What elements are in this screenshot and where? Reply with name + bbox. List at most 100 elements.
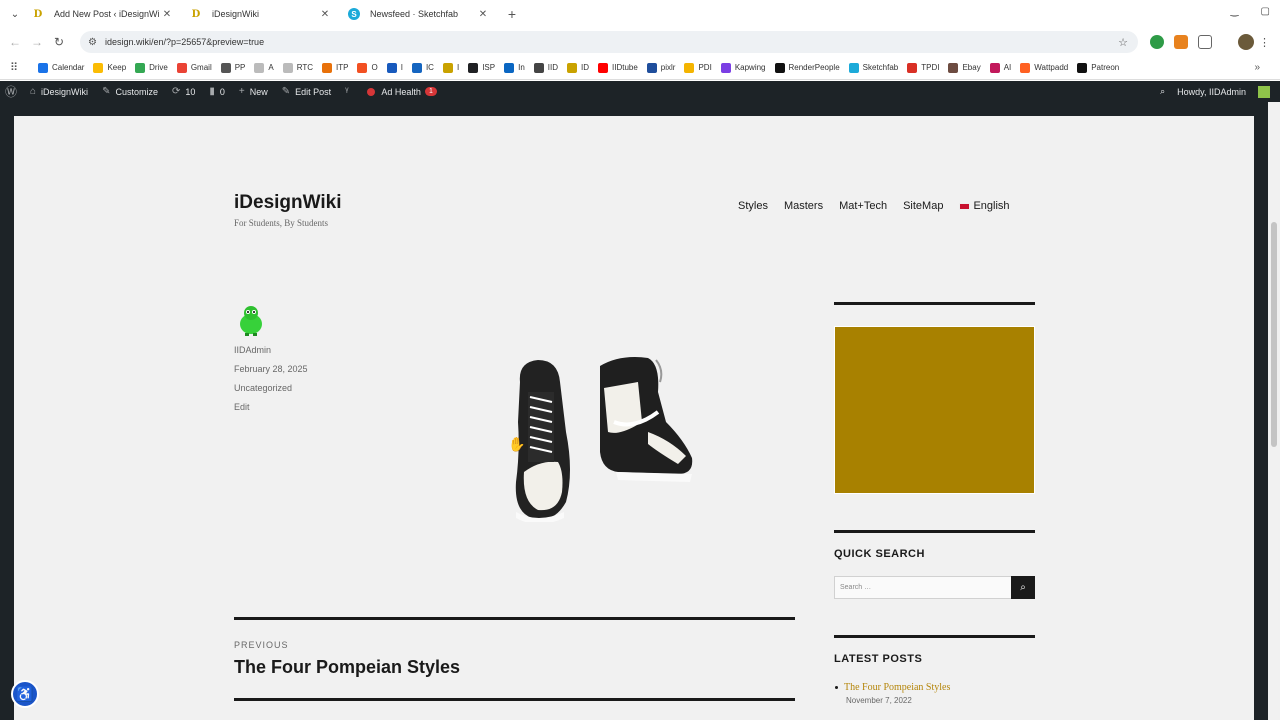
bookmark-item[interactable]: IID [533,62,558,73]
page-scrollbar[interactable] [1268,102,1280,720]
latest-posts-heading: LATEST POSTS [834,653,923,665]
url-text[interactable]: idesign.wiki/en/?p=25657&preview=true [105,37,264,47]
user-avatar[interactable] [1258,85,1270,98]
profile-avatar[interactable] [1238,34,1254,50]
admin-customize[interactable]: ✎ Customize [102,86,158,97]
bookmark-item[interactable]: AI [989,62,1011,73]
bookmark-item[interactable]: Calendar [38,62,85,73]
back-arrow-icon[interactable]: ← [4,35,26,49]
restore-icon[interactable]: ▢ [1261,6,1270,17]
bookmark-item[interactable]: A [254,62,274,73]
admin-new[interactable]: + New [239,86,268,97]
bookmark-item[interactable]: ITP [322,62,348,73]
extension-green-icon[interactable] [1150,35,1164,49]
latest-post-link[interactable]: The Four Pompeian Styles [844,682,950,693]
apps-grid-icon[interactable]: ⠿ [10,61,24,74]
more-bookmarks-icon[interactable]: » [1254,62,1260,73]
bookmark-item[interactable]: O [357,62,378,73]
bookmark-item[interactable]: Kapwing [720,62,766,73]
metamask-fox-icon[interactable] [1174,35,1188,49]
bookmark-label: IC [425,63,434,72]
sneakers-3d-model[interactable] [508,352,698,522]
bookmark-favicon-icon [720,62,731,73]
latest-post-date: November 7, 2022 [846,696,912,705]
browser-tab-add-new-post[interactable]: D Add New Post ‹ iDesignWiki ✕ [24,0,182,28]
primary-menu: Styles Masters Mat+Tech SiteMap English [738,200,1010,212]
address-bar[interactable]: ⚙ idesign.wiki/en/?p=25657&preview=true … [80,31,1138,53]
bookmark-item[interactable]: IC [411,62,434,73]
bookmark-item[interactable]: Gmail [176,62,212,73]
tab-label: iDesignWiki [212,9,260,19]
admin-site-name[interactable]: ⌂ iDesignWiki [30,86,88,97]
idesignwiki-favicon-icon: D [191,8,201,20]
admin-edit-post[interactable]: ✎ Edit Post [282,86,331,97]
bookmark-favicon-icon [357,62,368,73]
bookmark-item[interactable]: TPDI [907,62,940,73]
bookmark-item[interactable]: Keep [93,62,127,73]
post-date[interactable]: February 28, 2025 [234,364,308,374]
bookmark-item[interactable]: IIDtube [598,62,638,73]
bookmark-item[interactable]: PP [220,62,245,73]
previous-post-link[interactable]: The Four Pompeian Styles [234,657,460,678]
bookmark-star-icon[interactable]: ☆ [1118,36,1128,49]
bookmark-item[interactable]: I [386,62,403,73]
accessibility-icon[interactable]: ♿ [11,680,39,708]
bookmark-label: Calendar [52,63,85,72]
bookmark-item[interactable]: Wattpadd [1020,62,1068,73]
bookmark-item[interactable]: ID [567,62,589,73]
scrollbar-thumb[interactable] [1271,222,1277,447]
menu-item-mat-tech[interactable]: Mat+Tech [839,200,887,212]
tab-search-icon[interactable]: ⌄ [6,5,24,23]
menu-item-styles[interactable]: Styles [738,200,768,212]
admin-yoast[interactable]: ᵞ [345,86,353,97]
admin-comments[interactable]: ▮ 0 [209,86,225,97]
site-title[interactable]: iDesignWiki [234,192,342,214]
bookmark-label: TPDI [921,63,940,72]
bookmark-favicon-icon [468,62,479,73]
reload-icon[interactable]: ↻ [48,35,70,49]
author-avatar[interactable] [236,304,266,336]
post-category[interactable]: Uncategorized [234,383,292,393]
bookmark-item[interactable]: PDI [684,62,712,73]
menu-item-sitemap[interactable]: SiteMap [903,200,943,212]
bookmark-item[interactable]: RTC [282,62,313,73]
widget-divider [834,635,1035,638]
bookmark-item[interactable]: Ebay [948,62,981,73]
search-input[interactable]: Search … [834,576,1012,599]
bookmark-item[interactable]: In [504,62,525,73]
close-icon[interactable]: ✕ [160,9,174,20]
bookmark-favicon-icon [411,62,422,73]
bookmark-favicon-icon [93,62,104,73]
admin-ad-health[interactable]: Ad Health 1 [367,87,437,97]
bookmark-item[interactable]: pixlr [646,62,675,73]
browser-menu-icon[interactable]: ⋮ [1259,36,1270,49]
new-tab-button[interactable]: + [502,6,522,22]
bookmark-item[interactable]: Patreon [1077,62,1119,73]
bookmark-item[interactable]: I [442,62,459,73]
site-frame: iDesignWiki For Students, By Students St… [0,102,1280,720]
admin-updates[interactable]: ⟳ 10 [172,86,195,97]
post-edit-link[interactable]: Edit [234,402,250,412]
bookmark-item[interactable]: ISP [468,62,495,73]
bookmark-item[interactable]: Drive [135,62,168,73]
bookmark-label: Keep [107,63,127,72]
howdy-user[interactable]: Howdy, IIDAdmin [1177,87,1246,97]
bookmark-item[interactable]: Sketchfab [848,62,898,73]
browser-tab-sketchfab[interactable]: S Newsfeed · Sketchfab ✕ [340,0,498,28]
post-author[interactable]: IIDAdmin [234,345,271,355]
wordpress-logo-icon[interactable]: Ⓦ [0,81,22,102]
search-submit-button[interactable]: ⌕ [1011,576,1035,599]
close-icon[interactable]: ✕ [318,9,332,20]
menu-item-language[interactable]: English [959,200,1010,212]
site-info-icon[interactable]: ⚙ [88,37,97,48]
search-icon[interactable]: ⌕ [1160,86,1165,97]
close-icon[interactable]: ✕ [476,9,490,20]
sidebar-ad-block[interactable] [834,326,1035,494]
bookmark-label: PDI [698,63,712,72]
minimize-icon[interactable]: ‿ [1231,6,1239,17]
forward-arrow-icon[interactable]: → [26,35,48,49]
bookmark-item[interactable]: RenderPeople [774,62,840,73]
menu-item-masters[interactable]: Masters [784,200,823,212]
browser-tab-idesignwiki[interactable]: D iDesignWiki ✕ [182,0,340,28]
extensions-puzzle-icon[interactable] [1198,35,1212,49]
